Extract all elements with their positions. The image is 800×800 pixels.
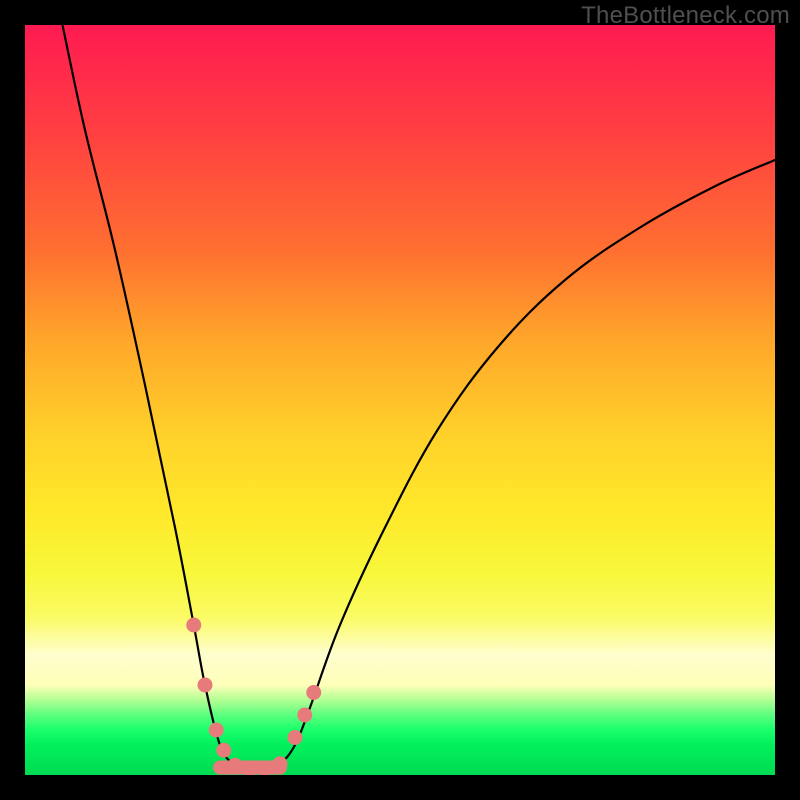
plot-area bbox=[25, 25, 775, 775]
bottleneck-curve bbox=[63, 25, 776, 770]
curve-marker bbox=[198, 678, 213, 693]
watermark-text: TheBottleneck.com bbox=[581, 2, 790, 30]
curve-marker bbox=[273, 756, 288, 771]
curve-marker bbox=[209, 723, 224, 738]
curve-marker bbox=[297, 708, 312, 723]
curve-marker bbox=[186, 618, 201, 633]
curve-marker bbox=[306, 685, 321, 700]
curve-marker bbox=[228, 758, 243, 773]
chart-frame: TheBottleneck.com bbox=[0, 0, 800, 800]
curve-marker bbox=[288, 730, 303, 745]
curve-marker bbox=[216, 743, 231, 758]
chart-svg bbox=[25, 25, 775, 775]
